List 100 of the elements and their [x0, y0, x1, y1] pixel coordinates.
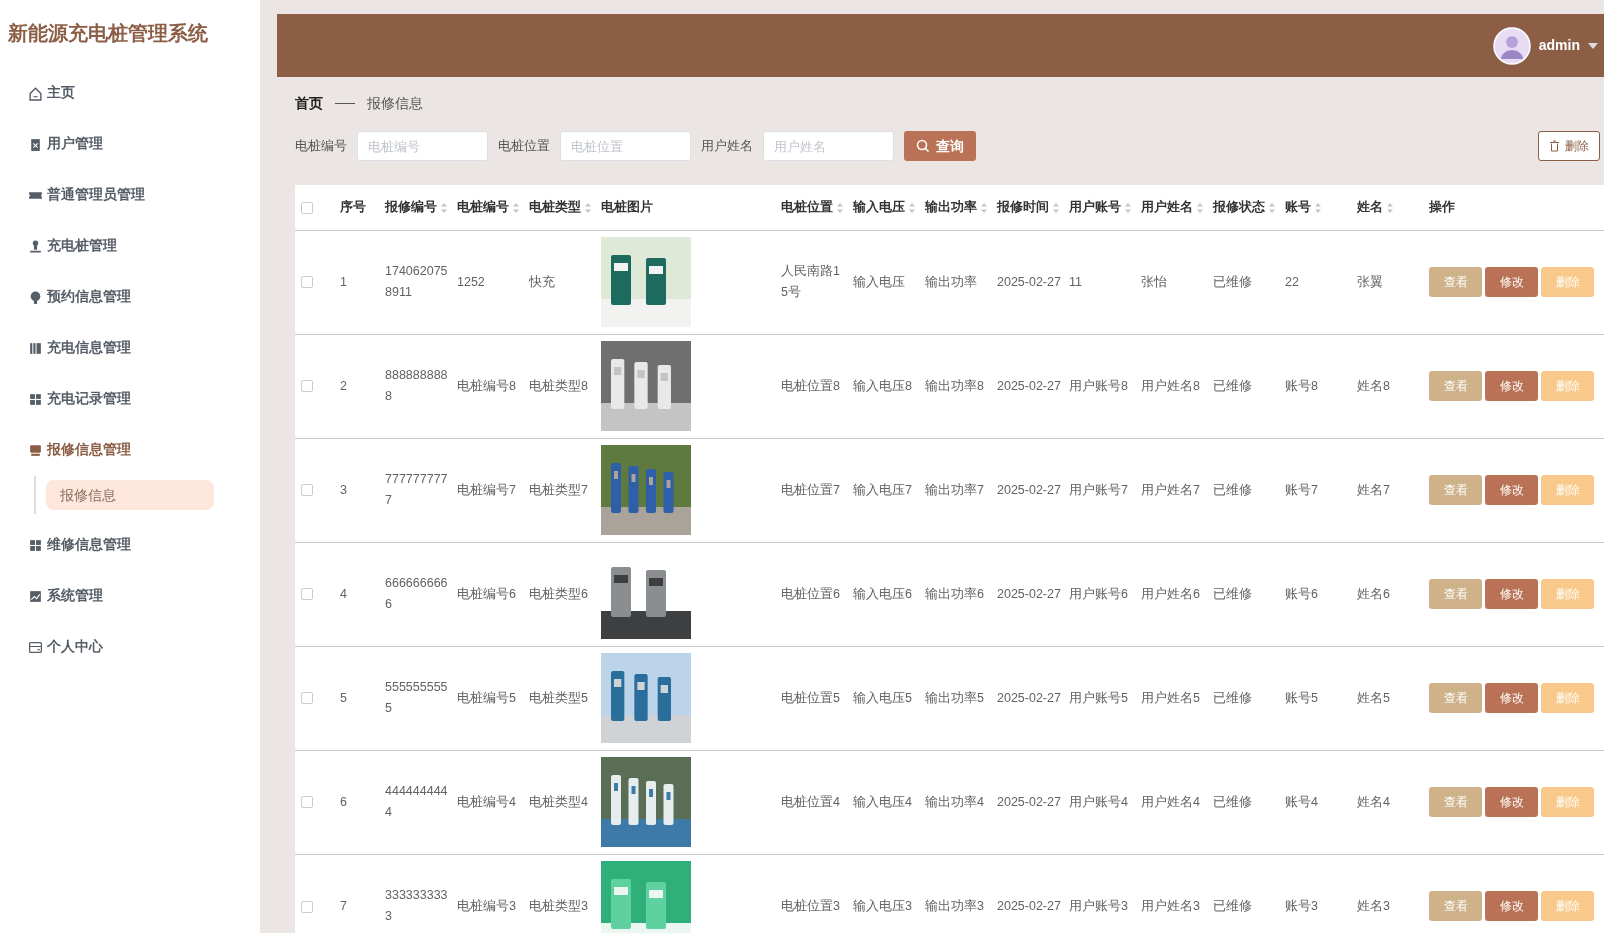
breadcrumb-item[interactable]: 首页 [295, 93, 323, 114]
checkbox[interactable] [301, 588, 313, 601]
table-cell: 人民南路15号 [781, 264, 840, 299]
table-cell: 用户账号8 [1069, 378, 1128, 393]
checkbox[interactable] [301, 692, 313, 705]
sort-icon[interactable] [1268, 201, 1276, 214]
column-header: 电桩编号 [457, 199, 509, 214]
checkbox[interactable] [301, 276, 313, 289]
sort-icon[interactable] [1124, 201, 1132, 214]
table-cell: 2025-02-27 [997, 274, 1061, 289]
table-cell: 2025-02-27 [997, 898, 1061, 913]
sidebar-item[interactable]: 充电记录管理 [0, 374, 260, 425]
sort-icon[interactable] [1052, 201, 1060, 214]
table-cell: 5 [340, 690, 347, 705]
sort-icon[interactable] [980, 201, 988, 214]
table-cell: 输出功率4 [925, 794, 984, 809]
table-cell: 姓名5 [1357, 690, 1390, 705]
search-field[interactable]: 用户姓名 [763, 131, 894, 161]
edit-button[interactable]: 修改 [1485, 371, 1538, 401]
trash-icon [1549, 140, 1560, 152]
view-button[interactable]: 查看 [1429, 579, 1482, 609]
sort-icon[interactable] [440, 201, 448, 214]
column-header: 电桩类型 [529, 199, 581, 214]
table-cell: 2 [340, 378, 347, 393]
checkbox[interactable] [301, 201, 313, 214]
username[interactable]: admin [1538, 35, 1580, 56]
table-cell: 5555555555 [385, 680, 448, 715]
sort-icon[interactable] [836, 201, 844, 214]
bulb-icon [28, 290, 43, 305]
sort-icon[interactable] [1386, 201, 1394, 214]
table-cell: 姓名6 [1357, 586, 1390, 601]
grid-icon [28, 538, 43, 553]
table-cell: 22 [1285, 274, 1299, 289]
table-cell: 已维修 [1213, 586, 1252, 601]
sidebar-item[interactable]: 主页 [0, 68, 260, 119]
search-field[interactable]: 电桩编号 [357, 131, 488, 161]
sort-icon[interactable] [1314, 201, 1322, 214]
table-cell: 输出功率3 [925, 898, 984, 913]
person-icon [28, 239, 43, 254]
table-cell: 已维修 [1213, 690, 1252, 705]
edit-button[interactable]: 修改 [1485, 891, 1538, 922]
table-cell: 账号5 [1285, 690, 1318, 705]
sidebar-item[interactable]: 普通管理员管理 [0, 170, 260, 221]
checkbox[interactable] [301, 796, 313, 809]
sort-icon[interactable] [908, 201, 916, 214]
edit-button[interactable]: 修改 [1485, 267, 1538, 297]
column-header: 输出功率 [925, 199, 977, 214]
edit-button[interactable]: 修改 [1485, 787, 1538, 817]
table-cell: 6 [340, 794, 347, 809]
checkbox[interactable] [301, 380, 313, 393]
sort-icon[interactable] [1196, 201, 1204, 214]
table-cell: 2025-02-27 [997, 586, 1061, 601]
table-cell: 用户账号3 [1069, 898, 1128, 913]
sidebar-item[interactable]: 用户管理 [0, 119, 260, 170]
table-cell: 8888888888 [385, 368, 448, 403]
table-cell: 电桩位置7 [781, 482, 840, 497]
clipboard-icon [28, 137, 43, 152]
sidebar-item[interactable]: 系统管理 [0, 571, 260, 622]
edit-button[interactable]: 修改 [1485, 475, 1538, 505]
column-header: 报修状态 [1213, 199, 1265, 214]
table-cell: 电桩编号4 [457, 794, 516, 809]
search-field[interactable]: 电桩位置 [560, 131, 691, 161]
table-cell: 电桩编号8 [457, 378, 516, 393]
column-header: 电桩图片 [601, 199, 653, 214]
checkbox[interactable] [301, 900, 313, 913]
caret-icon[interactable] [1588, 41, 1598, 50]
view-button[interactable]: 查看 [1429, 787, 1482, 817]
table-cell: 7777777777 [385, 472, 448, 507]
card-icon [28, 640, 43, 655]
view-button[interactable]: 查看 [1429, 683, 1482, 713]
search-button[interactable]: 查询 [904, 131, 976, 161]
sidebar-item[interactable]: 充电信息管理 [0, 323, 260, 374]
table-cell: 已维修 [1213, 274, 1252, 289]
sidebar-item[interactable]: 预约信息管理 [0, 272, 260, 323]
column-header: 电桩位置 [781, 199, 833, 214]
sidebar-item[interactable]: 充电桩管理 [0, 221, 260, 272]
sort-icon[interactable] [512, 201, 520, 214]
edit-button[interactable]: 修改 [1485, 683, 1538, 713]
sidebar-item[interactable]: 个人中心 [0, 622, 260, 673]
field-label: 用户姓名 [701, 137, 753, 156]
view-button[interactable]: 查看 [1429, 475, 1482, 505]
sidebar-item[interactable]: 报修信息管理 [0, 425, 260, 476]
table-cell: 2025-02-27 [997, 378, 1061, 393]
avatar[interactable] [1492, 26, 1531, 65]
checkbox[interactable] [301, 484, 313, 497]
column-header: 报修时间 [997, 199, 1049, 214]
sort-icon[interactable] [584, 201, 592, 214]
column-header: 用户账号 [1069, 199, 1121, 214]
view-button[interactable]: 查看 [1429, 371, 1482, 401]
column-header: 用户姓名 [1141, 199, 1193, 214]
table-cell: 2025-02-27 [997, 482, 1061, 497]
delete-button[interactable]: 删除 [1538, 131, 1600, 161]
table-cell: 用户姓名6 [1141, 586, 1200, 601]
edit-button[interactable]: 修改 [1485, 579, 1538, 609]
view-button[interactable]: 查看 [1429, 891, 1482, 922]
view-button[interactable]: 查看 [1429, 267, 1482, 297]
submenu-item[interactable]: 报修信息 [46, 480, 214, 510]
table-cell: 2025-02-27 [997, 690, 1061, 705]
sidebar-item[interactable]: 维修信息管理 [0, 520, 260, 571]
column-header: 账号 [1285, 199, 1311, 214]
